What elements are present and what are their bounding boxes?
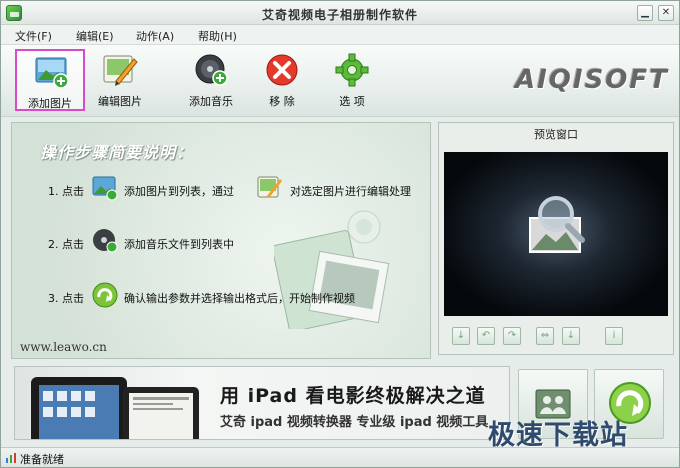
step-3-prefix: 3. 点击 [48,292,84,305]
add-music-icon [195,54,228,86]
options-button[interactable]: 选 项 [317,49,387,111]
add-image-icon [35,57,69,89]
step-1-prefix: 1. 点击 [48,185,84,198]
remove-button[interactable]: 移 除 [247,49,317,111]
rotate-left-button[interactable]: ↶ [477,327,495,345]
add-music-label: 添加音乐 [189,95,233,108]
add-music-button[interactable]: 添加音乐 [176,49,246,111]
add-image-label: 添加图片 [28,97,72,110]
minimize-button[interactable]: ▁ [637,5,653,21]
options-label: 选 项 [339,95,365,108]
step-2-text: 添加音乐文件到列表中 [124,238,234,251]
flip-button[interactable]: ⇔ [536,327,554,345]
edit-image-label: 编辑图片 [98,95,142,108]
ipad-illustration [31,377,199,439]
preview-title: 预览窗口 [534,128,578,141]
title-bar: 艾奇视频电子相册制作软件 ▁ ✕ [1,1,679,25]
edit-image-icon [103,55,138,86]
add-image-button[interactable]: 添加图片 [15,49,85,111]
magnifier-icon [529,196,585,253]
rotate-right-button[interactable]: ↷ [503,327,521,345]
move-down-button[interactable]: ↓ [452,327,470,345]
banner-headline: 用 iPad 看电影终极解决之道 [220,385,486,407]
remove-label: 移 除 [269,95,295,108]
instructions-panel: 操作步骤简要说明： 1. 点击 添加图片到列表，通过 对选定图片进行编辑处理 2… [11,122,431,359]
convert-arrow-icon [92,282,118,308]
photo-album-illustration [274,210,390,329]
menu-file[interactable]: 文件(F) [15,28,52,44]
remove-icon [266,54,298,86]
toolbar: 添加图片 编辑图片 添加音乐 移 除 选 项 AIQISOFT [1,45,679,117]
step-2-prefix: 2. 点击 [48,238,84,251]
options-gear-icon [335,53,369,87]
add-music-icon [93,229,118,253]
preview-screen [444,152,668,316]
menu-action[interactable]: 动作(A) [136,28,174,44]
edit-image-icon [257,176,282,198]
brand-logo: AIQISOFT [515,65,669,95]
status-bar: 准备就绪 [1,447,679,467]
banner-subline: 艾奇 ipad 视频转换器 专业级 ipad 视频工具 [220,415,489,430]
website-text: www.leawo.cn [20,340,107,354]
menu-help[interactable]: 帮助(H) [198,28,237,44]
status-text: 准备就绪 [20,453,64,466]
add-image-icon [92,176,118,201]
status-chart-icon [6,453,16,463]
menu-edit[interactable]: 编辑(E) [76,28,114,44]
close-button[interactable]: ✕ [658,5,674,21]
info-button[interactable]: i [605,327,623,345]
edit-image-button[interactable]: 编辑图片 [85,49,155,111]
app-window: 艾奇视频电子相册制作软件 ▁ ✕ 文件(F) 编辑(E) 动作(A) 帮助(H)… [0,0,680,468]
window-title: 艾奇视频电子相册制作软件 [261,8,418,22]
step-1-text-b: 对选定图片进行编辑处理 [290,185,411,198]
ad-banner[interactable]: 用 iPad 看电影终极解决之道 艾奇 ipad 视频转换器 专业级 ipad … [14,366,510,440]
move-down-alt-button[interactable]: ↓ [562,327,580,345]
menu-bar: 文件(F) 编辑(E) 动作(A) 帮助(H) [1,25,679,45]
step-1-text-a: 添加图片到列表，通过 [124,185,234,198]
step-3-text: 确认输出参数并选择输出格式后，开始制作视频 [124,292,355,305]
preview-panel: 预览窗口 ↓ ↶ ↷ ⇔ ↓ i [438,122,674,355]
instructions-title: 操作步骤简要说明： [40,143,194,162]
